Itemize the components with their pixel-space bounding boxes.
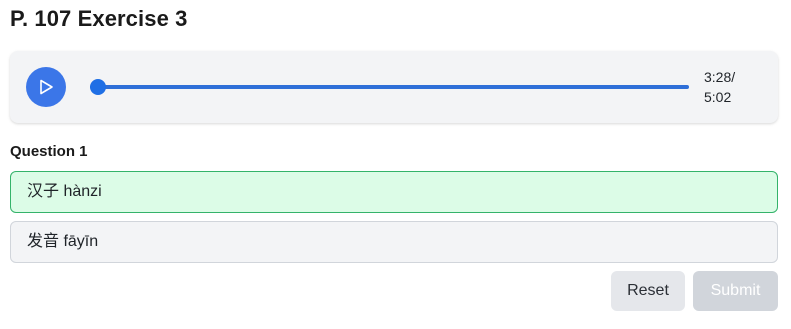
page-title: P. 107 Exercise 3 [10,6,188,31]
time-display: 3:28/ 5:02 [704,67,764,107]
reset-button[interactable]: Reset [611,271,685,311]
answer-option-text: 汉子 hànzi [27,183,102,200]
audio-player: 3:28/ 5:02 [10,51,778,123]
submit-button[interactable]: Submit [693,271,778,311]
answer-option-1[interactable]: 汉子 hànzi [10,171,778,213]
total-time: 5:02 [704,89,732,105]
current-time: 3:28/ [704,69,736,85]
progress-bar[interactable] [90,79,689,95]
progress-handle[interactable] [90,79,106,95]
answer-option-text: 发音 fāyīn [27,233,99,250]
play-button[interactable] [26,67,66,107]
answer-option-2[interactable]: 发音 fāyīn [10,221,778,263]
question-label: Question 1 [10,143,88,160]
play-icon [37,78,55,96]
